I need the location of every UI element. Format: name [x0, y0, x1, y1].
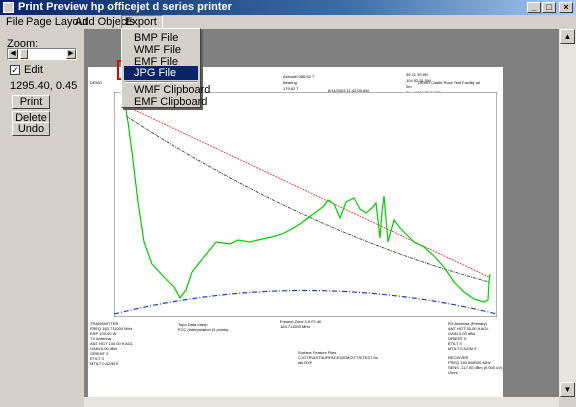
export-dropdown-menu: BMP File WMF File EMF File JPG File WMF … [121, 28, 210, 109]
zoom-left-arrow-icon[interactable]: ◀ [8, 49, 18, 59]
page-header-left: DEMO [90, 80, 102, 85]
size-grip [559, 397, 576, 407]
scroll-down-icon[interactable]: ▼ [560, 382, 575, 397]
maximize-button[interactable]: □ [542, 2, 556, 13]
rx-mtilt: MTILT 0 AZIM 0 [448, 346, 477, 351]
title-bar: Print Preview hp officejet d series prin… [0, 0, 576, 15]
edit-checkbox[interactable]: ✓ [10, 65, 20, 75]
rx-dist: 0m [406, 84, 412, 89]
scroll-up-icon[interactable]: ▲ [560, 29, 575, 44]
chart-frame [114, 92, 497, 317]
menu-bar: File Page Layout Add Objects Export [0, 15, 576, 29]
horizontal-scrollbar[interactable] [84, 397, 559, 407]
rx-lon: 104 52 51.0W [406, 78, 431, 83]
minimize-button[interactable]: _ [527, 2, 541, 13]
printer-app-icon [3, 2, 14, 13]
undo-button[interactable]: Undo [12, 122, 50, 136]
rx-lat: 39 21 39.9N [406, 72, 428, 77]
path-profile-chart [114, 92, 497, 317]
tx-mtilt: MTILT 0 AZIM 0 [90, 361, 119, 366]
fresnel-freq: 163.711000 MHz [280, 324, 311, 329]
close-button[interactable]: × [559, 2, 573, 13]
zoom-right-arrow-icon[interactable]: ▶ [66, 49, 76, 59]
print-button[interactable]: Print [12, 95, 50, 109]
edit-label: Edit [24, 64, 43, 76]
site-bearing-value: 179.82 T [283, 86, 299, 91]
export-emf-clipboard[interactable]: EMF Clipboard [124, 95, 207, 109]
zoom-slider[interactable]: ◀ ▶ [7, 48, 77, 60]
topo-interp-value: FCC (Interpolation (4 points) [178, 327, 229, 332]
azimuth-label: Azimuth 086.82 T [283, 74, 315, 79]
surface-path-2: ids DXF [298, 360, 313, 365]
receiver-type: Omni [448, 370, 458, 375]
bearing-label: Bearing [283, 80, 297, 85]
vertical-scrollbar[interactable]: ▲ ▼ [559, 29, 576, 397]
export-jpg-file[interactable]: JPG File [124, 66, 198, 80]
zoom-slider-thumb[interactable] [20, 49, 28, 59]
coordinates-readout: 1295.40, 0.45 [10, 80, 78, 92]
menu-export[interactable]: Export [121, 15, 163, 29]
window-title: Print Preview hp officejet d series prin… [18, 1, 232, 13]
